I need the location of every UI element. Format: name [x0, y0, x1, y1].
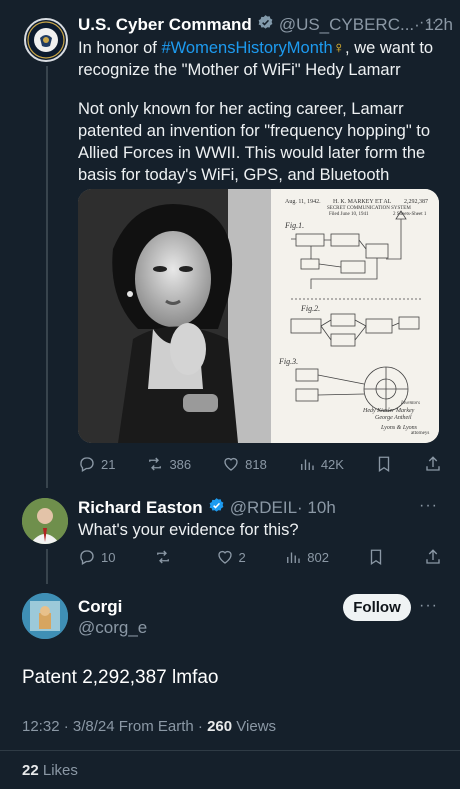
thread-line: [46, 549, 48, 584]
patent-signature: Hedy Kiesler Markey: [363, 408, 415, 414]
reply-icon: [80, 550, 94, 565]
patent-drawing: Aug. 11, 1942. H. K. MARKEY ET AL 2,292,…: [271, 189, 439, 443]
avatar[interactable]: [24, 18, 68, 62]
tweet-actions: 10 2 802: [78, 548, 442, 566]
bar-chart-icon: [300, 459, 314, 470]
views-button[interactable]: 802: [284, 548, 329, 566]
tweet-media[interactable]: Aug. 11, 1942. H. K. MARKEY ET AL 2,292,…: [78, 189, 439, 443]
share-icon: [426, 549, 440, 564]
patent-fig3: Fig.3.: [279, 357, 299, 366]
patent-inventors: H. K. MARKEY ET AL: [333, 199, 392, 205]
heart-icon: [217, 550, 232, 564]
like-button[interactable]: 818: [222, 455, 267, 473]
more-options-icon[interactable]: ···: [419, 14, 438, 32]
tweet-meta: 12:32 · 3/8/24 From Earth · 260 Views: [22, 718, 276, 735]
display-name[interactable]: Richard Easton: [78, 498, 203, 518]
like-button[interactable]: 2: [216, 548, 246, 566]
likes-link[interactable]: 22 Likes: [22, 762, 78, 779]
patent-fig1: Fig.1.: [285, 221, 305, 230]
patent-signature: George Antheil: [375, 415, 412, 421]
patent-sheets: 2 Sheets-Sheet 1: [393, 212, 427, 217]
more-options-icon[interactable]: ···: [419, 497, 438, 515]
bar-chart-icon: [287, 552, 300, 563]
view-count: 802: [307, 549, 329, 565]
bookmark-button[interactable]: [375, 455, 393, 473]
bookmark-button[interactable]: [367, 548, 385, 566]
patent-subtitle: SECRET COMMUNICATION SYSTEM: [327, 206, 411, 211]
view-count: 260: [207, 718, 233, 735]
share-icon: [426, 456, 440, 471]
tweet-header: Corgi: [78, 597, 122, 617]
timestamp[interactable]: · 10h: [297, 498, 336, 518]
patent-filed: Filed June 10, 1941: [329, 212, 369, 217]
reply-count: 10: [101, 549, 116, 565]
follow-button[interactable]: Follow: [343, 594, 411, 621]
reply-button[interactable]: 10: [78, 548, 115, 566]
like-count: 818: [245, 456, 267, 472]
text-fragment: , we want to: [345, 39, 434, 57]
retweet-icon: [149, 457, 162, 471]
patent-signature-label: Inventors: [401, 401, 420, 406]
like-count: 2: [238, 549, 246, 565]
bookmark-icon: [371, 549, 382, 566]
tweet-text: What's your evidence for this?: [78, 521, 299, 539]
avatar[interactable]: [22, 498, 68, 544]
verified-badge-icon: [257, 14, 274, 36]
retweet-button[interactable]: 386: [146, 455, 191, 473]
divider: [0, 750, 460, 751]
tweet-text: In honor of #WomensHistoryMonth♀, we wan…: [78, 37, 448, 81]
timestamp[interactable]: 12:32 · 3/8/24 From Earth ·: [22, 718, 203, 735]
tweet-header: Richard Easton @RDEIL · 10h: [78, 497, 336, 519]
reply-icon: [80, 457, 94, 472]
tweet-paragraph: Not only known for her acting career, La…: [78, 100, 431, 184]
avatar[interactable]: [22, 593, 68, 639]
hedy-lamarr-photo: [78, 189, 271, 443]
heart-icon: [224, 457, 238, 471]
verified-badge-icon: [208, 497, 225, 519]
female-sign-emoji: ♀: [332, 39, 346, 57]
tweet-header: U.S. Cyber Command @US_CYBERC... · 12h: [78, 14, 453, 36]
patent-attorneys: attorneys: [411, 431, 430, 436]
views-button[interactable]: 42K: [298, 455, 344, 473]
view-count: 42K: [320, 456, 344, 472]
tweet-text: Patent 2,292,387 lmfao: [22, 667, 219, 688]
retweet-count: 386: [169, 456, 192, 472]
reply-button[interactable]: 21: [78, 455, 115, 473]
patent-fig2: Fig.2.: [301, 304, 321, 313]
views-label: Views: [236, 718, 277, 735]
more-options-icon[interactable]: ···: [419, 597, 438, 615]
patent-date: Aug. 11, 1942.: [285, 199, 321, 205]
display-name[interactable]: Corgi: [78, 597, 122, 617]
share-button[interactable]: [424, 455, 442, 473]
hashtag-link[interactable]: #WomensHistoryMonth: [161, 39, 332, 57]
retweet-button[interactable]: [154, 548, 177, 566]
text-fragment: recognize the "Mother of WiFi" Hedy Lama…: [78, 61, 401, 79]
tweet-actions: 21 386 818 42K: [78, 455, 442, 473]
handle[interactable]: @corg_e: [78, 618, 147, 638]
handle[interactable]: @US_CYBERC...: [279, 15, 414, 35]
likes-label: Likes: [42, 762, 78, 779]
patent-number: 2,292,387: [404, 199, 428, 205]
retweet-icon: [157, 550, 169, 564]
bookmark-icon: [378, 456, 390, 473]
display-name[interactable]: U.S. Cyber Command: [78, 15, 252, 35]
reply-count: 21: [101, 456, 116, 472]
text-fragment: In honor of: [78, 39, 157, 57]
share-button[interactable]: [424, 548, 442, 566]
handle[interactable]: @RDEIL: [230, 498, 297, 518]
thread-line: [46, 66, 48, 488]
like-count: 22: [22, 762, 39, 779]
